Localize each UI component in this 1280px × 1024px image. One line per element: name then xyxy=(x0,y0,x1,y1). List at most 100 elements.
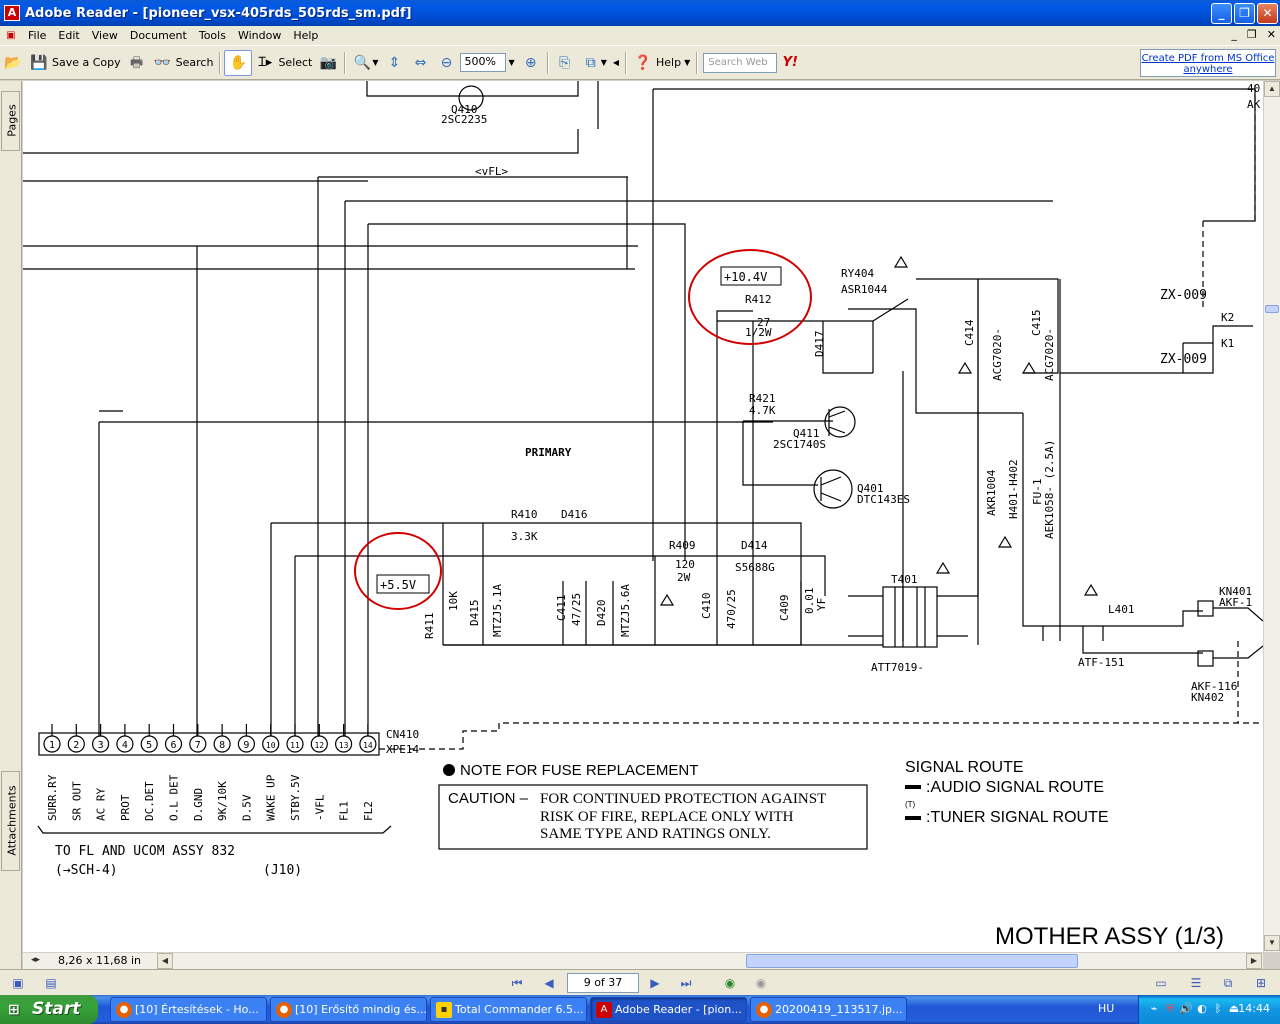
page-size-toggle-icon[interactable]: ◂▸ xyxy=(31,955,40,965)
single-page-icon[interactable]: ▭ xyxy=(1152,974,1170,992)
caution-label: CAUTION – xyxy=(448,790,529,807)
zoom-out-button[interactable]: ⊖ xyxy=(434,50,460,76)
minimize-button[interactable]: _ xyxy=(1211,3,1232,24)
go-back-icon[interactable]: ◉ xyxy=(721,974,739,992)
menu-view[interactable]: View xyxy=(86,29,124,42)
text-cursor-icon: Ɪ▸ xyxy=(258,54,273,70)
pages-tab-label: Pages xyxy=(5,104,19,137)
rotate-page-icon: ⎘ xyxy=(559,54,571,71)
more-tools-button[interactable]: ◀ xyxy=(610,50,622,76)
tuner-route-mark: (T) xyxy=(905,800,916,809)
fit-page-button[interactable]: ⇕ xyxy=(382,50,408,76)
horizontal-scrollbar[interactable]: ◂▸ 8,26 x 11,68 in ◀ ▶ xyxy=(23,952,1263,969)
q401-part: DTC143ES xyxy=(857,493,910,506)
vertical-scroll-thumb[interactable] xyxy=(1265,305,1279,313)
start-button[interactable]: ⊞ Start xyxy=(0,995,98,1024)
connector-pin-label: O.L DET xyxy=(168,774,181,821)
pages-tab[interactable]: Pages xyxy=(1,91,20,151)
next-page-icon[interactable]: ▶ xyxy=(646,974,664,992)
scroll-left-arrow-icon[interactable]: ◀ xyxy=(157,953,173,969)
taskbar-item[interactable]: ● [10] Erősítő mindig és... xyxy=(270,997,427,1022)
menu-edit[interactable]: Edit xyxy=(52,29,85,42)
bluetooth-icon[interactable]: ᛒ xyxy=(1211,1002,1225,1016)
zoom-in-icon: ⊕ xyxy=(524,54,537,71)
scroll-down-arrow-icon[interactable]: ▼ xyxy=(1264,935,1280,951)
select-label: Select xyxy=(278,56,313,69)
select-tool-button[interactable]: Ɪ▸ Select xyxy=(252,50,315,76)
snapshot-button[interactable]: 📷 xyxy=(315,50,341,76)
zoom-in-button[interactable]: ⊕ xyxy=(518,50,544,76)
doc-minimize-button[interactable]: _ xyxy=(1231,28,1237,41)
doc-close-button[interactable]: ✕ xyxy=(1267,28,1276,41)
attachments-tab[interactable]: Attachments xyxy=(1,771,20,871)
continuous-facing-icon[interactable]: ⊞ xyxy=(1252,974,1270,992)
help-button[interactable]: ❓ Help ▼ xyxy=(630,50,693,76)
taskbar-item[interactable]: ● 20200419_113517.jp... xyxy=(750,997,907,1022)
hand-tool-button[interactable]: ✋ xyxy=(224,49,253,76)
menu-window[interactable]: Window xyxy=(232,29,287,42)
zoom-level-input[interactable]: 500% xyxy=(459,53,506,72)
binoculars-icon: 👓 xyxy=(153,54,172,71)
connector-pin-labels: SURR.RY SR OUT AC RY PROT DC.DET O.L DET D.GND… xyxy=(46,774,375,821)
floppy-disk-icon: ▪ xyxy=(436,1002,452,1018)
show-nav-pane-icon[interactable]: ▣ xyxy=(9,974,27,992)
connector-pin-number: 12 xyxy=(314,741,324,750)
horizontal-scroll-thumb[interactable] xyxy=(746,954,1078,968)
create-pdf-link[interactable]: Create PDF from MS Office anywhere xyxy=(1140,49,1276,77)
document-icon[interactable]: ▣ xyxy=(4,29,18,43)
go-forward-icon[interactable]: ◉ xyxy=(752,974,770,992)
taskbar-item-label: Total Commander 6.5... xyxy=(455,1003,584,1016)
page-layout-button[interactable]: ⧉ ▼ xyxy=(578,50,610,76)
search-button[interactable]: 👓 Search xyxy=(150,50,217,76)
continuous-icon[interactable]: ☰ xyxy=(1187,974,1205,992)
device-icon[interactable]: ◐ xyxy=(1195,1002,1209,1016)
vertical-scrollbar[interactable]: ▲ ▼ xyxy=(1263,81,1280,952)
facing-icon[interactable]: ⧉ xyxy=(1219,974,1237,992)
yahoo-search-button[interactable]: Y! xyxy=(777,50,803,76)
toolbar: 📂 💾 Save a Copy 🖶 👓 Search ✋ Ɪ▸ Select 📷 🔍 ▼… xyxy=(0,45,1280,80)
first-page-icon[interactable]: ⏮ xyxy=(508,974,526,992)
open-button[interactable]: 📂 xyxy=(0,50,26,76)
last-page-icon[interactable]: ⏭ xyxy=(677,974,695,992)
connector-pin-number: 1 xyxy=(49,740,55,751)
connector-pin-number: 9 xyxy=(243,740,249,751)
volume-icon[interactable]: 🔊 xyxy=(1179,1002,1193,1016)
rotate-button[interactable]: ⎘ xyxy=(552,50,578,76)
antivirus-icon[interactable]: ⛨ xyxy=(1163,1002,1177,1016)
menu-file[interactable]: File xyxy=(22,29,52,42)
scroll-right-arrow-icon[interactable]: ▶ xyxy=(1246,953,1262,969)
title-bar: A Adobe Reader - [pioneer_vsx-405rds_505… xyxy=(0,0,1280,26)
zoom-dropdown-button[interactable]: ▼ xyxy=(506,50,518,76)
zoom-in-tool-button[interactable]: 🔍 ▼ xyxy=(349,50,381,76)
search-web-input[interactable]: Search Web xyxy=(703,52,778,73)
language-indicator[interactable]: HU xyxy=(1098,1002,1114,1015)
c415-label: C415 xyxy=(1030,310,1043,337)
page-layout-icon: ⧉ xyxy=(585,54,596,71)
atf151-label: ATF-151 xyxy=(1078,656,1124,669)
doc-restore-button[interactable]: ❐ xyxy=(1247,28,1257,41)
print-button[interactable]: 🖶 xyxy=(124,50,150,76)
taskbar-item-active[interactable]: A Adobe Reader - [pion... xyxy=(590,997,747,1022)
save-copy-button[interactable]: 💾 Save a Copy xyxy=(26,50,124,76)
d417-label: D417 xyxy=(813,331,826,358)
fit-width-button[interactable]: ⇔ xyxy=(408,50,434,76)
c414-part: ACG7020- xyxy=(991,328,1004,381)
network-icon[interactable]: ⌁ xyxy=(1147,1002,1161,1016)
page-options-icon[interactable]: ▤ xyxy=(42,974,60,992)
to-fl-assy-label: TO FL AND UCOM ASSY 832 xyxy=(55,844,235,859)
system-tray: ⌁ ⛨ 🔊 ◐ ᛒ ⏏ 14:44 xyxy=(1138,995,1280,1024)
page-number-input[interactable]: 9 of 37 xyxy=(567,973,639,993)
close-button[interactable]: ✕ xyxy=(1257,3,1278,24)
menu-tools[interactable]: Tools xyxy=(193,29,232,42)
j10-label: (J10) xyxy=(263,863,302,878)
taskbar-item[interactable]: ● [10] Értesítések - Ho... xyxy=(110,997,267,1022)
menu-help[interactable]: Help xyxy=(287,29,324,42)
scroll-up-arrow-icon[interactable]: ▲ xyxy=(1264,81,1280,97)
previous-page-icon[interactable]: ◀ xyxy=(540,974,558,992)
r409-label: R409 xyxy=(669,539,696,552)
document-viewport[interactable]: 1 2 3 4 5 6 7 8 9 10 11 12 13 14 SURR.RY SR OUT AC RY PR… xyxy=(23,81,1263,952)
menu-document[interactable]: Document xyxy=(124,29,193,42)
taskbar-item[interactable]: ▪ Total Commander 6.5... xyxy=(430,997,587,1022)
toolbar-separator xyxy=(625,51,627,74)
maximize-button[interactable]: ❐ xyxy=(1234,3,1255,24)
